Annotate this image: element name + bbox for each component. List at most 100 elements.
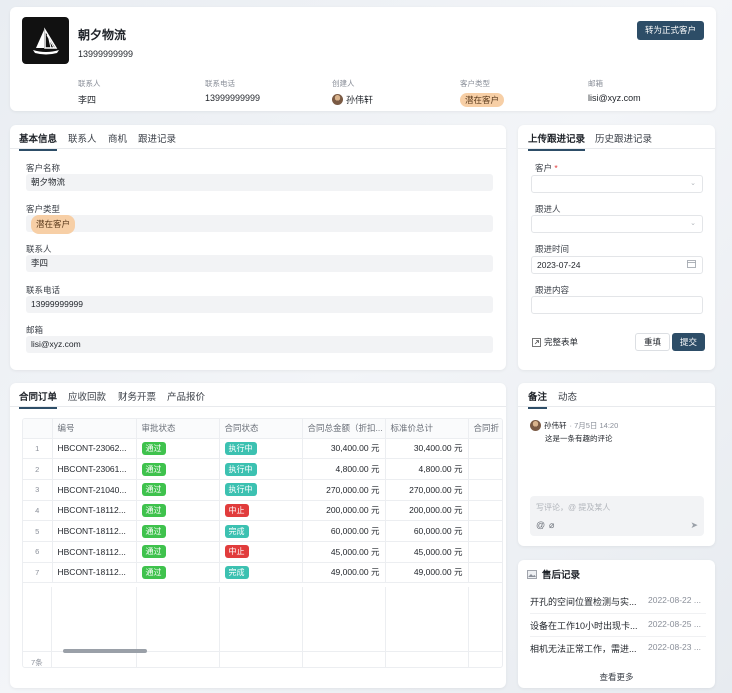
mention-icon[interactable]: @ (536, 520, 545, 530)
follower-label: 跟进人 (535, 204, 561, 214)
contract-code[interactable]: HBCONT-18112... (52, 562, 137, 584)
reset-button[interactable]: 重填 (635, 333, 671, 351)
approval-badge: 通过 (141, 524, 166, 538)
attachment-icon[interactable]: ⌀ (549, 520, 554, 531)
col-index (23, 419, 53, 439)
table-row[interactable]: 2 HBCONT-23061... 通过 执行中 4,800.00 元 4,800.00 … (23, 458, 502, 480)
tab-quotes[interactable]: 产品报价 (167, 389, 205, 403)
std-total: 60,000.00 元 (385, 520, 469, 542)
std-total: 270,000.00 元 (385, 479, 469, 501)
contract-code[interactable]: HBCONT-21040... (52, 479, 137, 501)
full-form-label: 完整表单 (544, 337, 579, 347)
col-total[interactable]: 合同总金额（折扣... (302, 419, 386, 439)
approval-badge: 通过 (141, 441, 166, 455)
std-total: 4,800.00 元 (385, 458, 469, 480)
col-discount[interactable]: 合同折 (468, 419, 502, 439)
basic-info-card: 基本信息 联系人 商机 跟进记录 客户名称 朝夕物流 客户类型 潜在客户 联系人… (10, 125, 506, 370)
std-total: 30,400.00 元 (385, 438, 469, 460)
send-icon[interactable]: ➤ (690, 520, 698, 531)
tab-invoicing[interactable]: 财务开票 (118, 389, 156, 403)
col-std-total[interactable]: 标准价总计 (385, 419, 469, 439)
follower-select[interactable]: ⌄ (531, 215, 703, 233)
row-index: 5 (23, 520, 53, 542)
col-status[interactable]: 合同状态 (219, 419, 303, 439)
follow-time-label: 跟进时间 (535, 244, 570, 254)
field-label-customer-type: 客户类型 (26, 204, 61, 214)
index-column-filler (23, 587, 52, 667)
contract-tabs: 合同订单 应收回款 财务开票 产品报价 (10, 383, 506, 409)
tab-history-follow-record[interactable]: 历史跟进记录 (595, 131, 652, 145)
comment-author: 孙伟轩 (544, 421, 567, 430)
table-row[interactable]: 3 HBCONT-21040... 通过 执行中 270,000.00 元 270,000… (23, 479, 502, 501)
field-label-email: 邮箱 (26, 325, 44, 335)
contract-code[interactable]: HBCONT-18112... (52, 520, 137, 542)
contract-code[interactable]: HBCONT-18112... (52, 541, 137, 563)
notes-card: 备注 动态 孙伟轩 · 7月5日 14:20 这是一条有趣的评论 写评论，@ 提… (518, 383, 715, 546)
tab-notes[interactable]: 备注 (528, 389, 548, 409)
status-cell: 执行中 (219, 458, 303, 480)
col-approval[interactable]: 审批状态 (136, 419, 220, 439)
tab-basic-info[interactable]: 基本信息 (19, 131, 58, 151)
discount-cell (468, 438, 502, 460)
list-item[interactable]: 开孔的空间位置检测与实... 2022-08-22 ... (530, 595, 706, 608)
contract-code[interactable]: HBCONT-23061... (52, 458, 137, 480)
list-item[interactable]: 相机无法正常工作，需进... 2022-08-23 ... (530, 642, 706, 655)
table-row[interactable]: 1 HBCONT-23062... 通过 执行中 30,400.00 元 30,400.0… (23, 438, 502, 460)
comment-input[interactable]: 写评论，@ 提及某人 @ ⌀ ➤ (530, 496, 704, 536)
meta-label: 联系电话 (205, 79, 235, 88)
aftersale-item-title: 开孔的空间位置检测与实... (530, 597, 637, 607)
discount-cell (468, 500, 502, 522)
follow-content-input[interactable] (531, 296, 703, 314)
calendar-icon (687, 259, 696, 275)
discount-cell (468, 458, 502, 480)
comment-time: · 7月5日 14:20 (569, 421, 619, 430)
contract-code[interactable]: HBCONT-23062... (52, 438, 137, 460)
meta-value: 李四 (78, 95, 97, 105)
submit-button[interactable]: 提交 (672, 333, 706, 351)
tab-follow-records[interactable]: 跟进记录 (138, 131, 176, 145)
col-code[interactable]: 编号 (52, 419, 137, 439)
table-row[interactable]: 6 HBCONT-18112... 通过 中止 45,000.00 元 45,000.00… (23, 541, 502, 563)
full-form-link[interactable]: 完整表单 (532, 336, 578, 348)
tab-opportunities[interactable]: 商机 (108, 131, 127, 145)
status-badge: 完成 (224, 524, 249, 538)
field-label-contact: 联系人 (26, 244, 52, 254)
status-cell: 中止 (219, 500, 303, 522)
status-cell: 执行中 (219, 479, 303, 501)
approval-badge: 通过 (141, 545, 166, 559)
tab-contract-orders[interactable]: 合同订单 (19, 389, 58, 409)
tab-upload-follow-record[interactable]: 上传跟进记录 (528, 131, 586, 151)
contract-code[interactable]: HBCONT-18112... (52, 500, 137, 522)
approval-cell: 通过 (136, 500, 220, 522)
convert-to-customer-button[interactable]: 转为正式客户 (636, 21, 704, 40)
chevron-down-icon: ⌄ (690, 220, 696, 227)
customer-type-tag: 潜在客户 (31, 215, 76, 234)
table-row[interactable]: 4 HBCONT-18112... 通过 中止 200,000.00 元 200,000.… (23, 500, 502, 522)
meta-contact: 联系人 李四 (78, 78, 101, 106)
meta-value: 潜在客户 (460, 93, 505, 107)
aftersale-item-date: 2022-08-25 ... (648, 619, 701, 629)
std-total: 200,000.00 元 (385, 500, 469, 522)
follow-time-input[interactable]: 2023-07-24 (531, 256, 703, 274)
comment-placeholder: 写评论，@ 提及某人 (536, 503, 611, 512)
status-cell: 完成 (219, 520, 303, 542)
tab-activity[interactable]: 动态 (558, 389, 577, 403)
meta-creator: 创建人 孙伟轩 (332, 78, 373, 106)
customer-select[interactable]: ⌄ (531, 175, 703, 193)
approval-cell: 通过 (136, 458, 220, 480)
view-more-link[interactable]: 查看更多 (518, 671, 715, 683)
row-index: 6 (23, 541, 53, 563)
tab-receivables[interactable]: 应收回款 (68, 389, 106, 403)
comment-meta: 孙伟轩 · 7月5日 14:20 (530, 420, 618, 431)
avatar (530, 420, 541, 431)
horizontal-scrollbar[interactable] (63, 649, 147, 653)
chevron-down-icon: ⌄ (690, 180, 696, 187)
list-item[interactable]: 设备在工作10小时出现卡... 2022-08-25 ... (530, 619, 706, 632)
field-email: lisi@xyz.com (26, 336, 493, 353)
tab-contacts[interactable]: 联系人 (68, 131, 97, 145)
table-row[interactable]: 7 HBCONT-18112... 通过 完成 49,000.00 元 49,000.00… (23, 562, 502, 584)
status-badge: 完成 (224, 565, 249, 579)
discount-cell (468, 562, 502, 584)
table-row[interactable]: 5 HBCONT-18112... 通过 完成 60,000.00 元 60,000.00… (23, 520, 502, 542)
company-logo (22, 17, 69, 64)
